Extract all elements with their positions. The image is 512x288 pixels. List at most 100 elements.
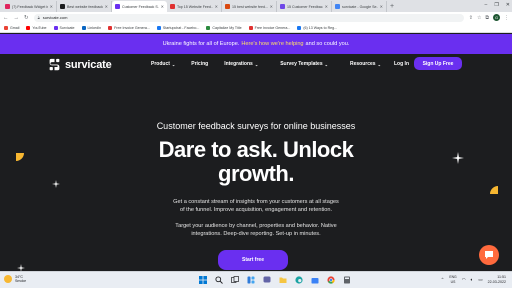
- bookmark-item[interactable]: Startupchat - Facebo...: [156, 25, 199, 30]
- url-text: survicate.com: [42, 15, 68, 20]
- banner-tail-text: and so could you.: [305, 41, 350, 47]
- banner-lead-text: Ukraine fights for all of Europe.: [162, 41, 240, 47]
- tab-title: Top 15 Website Feed...: [177, 4, 213, 9]
- minimize-button[interactable]: –: [485, 0, 488, 10]
- nav-item-survey-templates[interactable]: Survey Templates ⌄: [280, 61, 328, 67]
- bookmark-item[interactable]: Survicate: [53, 25, 75, 30]
- paragraph-2-line-2: integrations. Deep-dive reporting. Set-u…: [191, 231, 321, 237]
- task-view-icon[interactable]: [230, 275, 240, 285]
- browser-tab[interactable]: Customer Feedback S... ✕: [112, 1, 167, 12]
- close-tab-icon[interactable]: ✕: [215, 4, 218, 9]
- start-free-button[interactable]: Start free: [218, 250, 288, 270]
- nav-item-resources[interactable]: Resources ⌄: [350, 61, 381, 67]
- survicate-logo-icon: [49, 58, 60, 71]
- bookmark-label: Free Invoice Genera...: [254, 25, 291, 30]
- profile-avatar[interactable]: G: [493, 14, 500, 21]
- bookmark-label: LinkedIn: [87, 25, 102, 30]
- widgets-icon[interactable]: [246, 275, 256, 285]
- bookmark-label: YouTube: [32, 25, 47, 30]
- tab-favicon-icon: [115, 4, 120, 9]
- nav-item-label: Product: [151, 61, 170, 67]
- tab-title: Customer Feedback S...: [122, 4, 159, 9]
- close-tab-icon[interactable]: ✕: [270, 4, 273, 9]
- share-icon[interactable]: ⇪: [469, 15, 473, 21]
- banner-link[interactable]: Here's how we're helping: [241, 41, 303, 47]
- weather-widget[interactable]: 34°C Smoke: [4, 275, 26, 284]
- browser-tab[interactable]: survicate - Google Se... ✕: [332, 1, 387, 12]
- clock-date: 22-03-2022: [487, 279, 506, 284]
- battery-icon[interactable]: ▭: [478, 277, 482, 283]
- chevron-up-icon[interactable]: ⌃: [441, 277, 445, 283]
- close-tab-icon[interactable]: ✕: [161, 4, 164, 9]
- main-menu: Product ⌄ Pricing Integrations ⌄ Survey Templ…: [151, 61, 381, 67]
- url-field[interactable]: 🔒︎ survicate.com: [33, 13, 464, 22]
- browser-tab[interactable]: 15 Customer Feedbac... ✕: [277, 1, 332, 12]
- file-explorer-icon[interactable]: [278, 275, 288, 285]
- nav-item-label: Survey Templates: [280, 61, 323, 67]
- close-tab-icon[interactable]: ✕: [380, 4, 383, 9]
- tab-favicon-icon: [280, 4, 285, 9]
- store-icon[interactable]: [310, 275, 320, 285]
- volume-icon[interactable]: 🔈︎: [471, 277, 474, 282]
- clock[interactable]: 11:51 22-03-2022: [488, 275, 506, 284]
- signup-button[interactable]: Sign Up Free: [414, 57, 462, 70]
- bookmark-item[interactable]: Free Invoice Genera...: [248, 25, 291, 30]
- menu-dots-icon[interactable]: ⋮: [504, 15, 509, 21]
- lock-icon: 🔒︎: [37, 15, 40, 20]
- browser-tab[interactable]: 15 best website feed... ✕: [222, 1, 277, 12]
- bookmark-item[interactable]: LinkedIn: [81, 25, 102, 30]
- teams-chat-icon[interactable]: [262, 275, 272, 285]
- browser-extensions: ⇪ ☆ ⧉ G ⋮: [469, 14, 509, 21]
- hero-paragraph-2: Target your audience by channel, propert…: [0, 222, 512, 238]
- search-icon[interactable]: [214, 275, 224, 285]
- nav-item-label: Resources: [349, 61, 376, 67]
- calculator-icon[interactable]: [342, 275, 352, 285]
- wifi-icon[interactable]: ◠: [462, 277, 466, 283]
- tab-favicon-icon: [60, 4, 65, 9]
- forward-icon[interactable]: →: [14, 15, 20, 21]
- bookmark-label: Free Invoice Genera...: [114, 25, 150, 30]
- yellow-shape-icon: [490, 186, 498, 194]
- close-tab-icon[interactable]: ✕: [50, 4, 53, 9]
- new-tab-button[interactable]: +: [390, 1, 394, 12]
- bookmark-item[interactable]: Free Invoice Genera...: [108, 25, 150, 30]
- login-link[interactable]: Log In: [394, 61, 409, 67]
- edge-icon[interactable]: [294, 275, 304, 285]
- bookmark-item[interactable]: Capitalize My Title: [206, 25, 242, 30]
- close-tab-icon[interactable]: ✕: [325, 4, 328, 9]
- bookmark-favicon-icon: [81, 25, 86, 30]
- chat-bubble-icon: [485, 251, 493, 259]
- close-window-button[interactable]: ✕: [506, 0, 510, 10]
- bookmark-label: Capitalize My Title: [212, 25, 242, 30]
- survicate-logo[interactable]: survicate: [48, 58, 112, 71]
- language-indicator[interactable]: ENG US: [449, 275, 456, 283]
- bookmark-item[interactable]: Gmail: [4, 25, 20, 30]
- nav-item-label: Integrations: [224, 61, 253, 67]
- maximize-button[interactable]: ❐: [494, 0, 498, 10]
- nav-item-product[interactable]: Product ⌄: [151, 61, 175, 67]
- bookmark-favicon-icon: [297, 25, 302, 30]
- paragraph-1-line-1: Get a constant stream of insights from y…: [173, 199, 339, 205]
- nav-item-integrations[interactable]: Integrations ⌄: [224, 61, 258, 67]
- system-tray: ⌃ ENG US ◠ 🔈︎ ▭ 11:51 22-03-2022: [441, 275, 506, 284]
- close-tab-icon[interactable]: ✕: [105, 4, 108, 9]
- chat-widget-button[interactable]: [479, 245, 499, 265]
- browser-tab-strip: (7) Feedback Widget in...✕Best website f…: [0, 0, 512, 12]
- chrome-icon[interactable]: [326, 275, 336, 285]
- browser-tab[interactable]: (7) Feedback Widget in...✕: [2, 1, 57, 12]
- bookmark-item[interactable]: YouTube: [26, 25, 47, 30]
- chevron-down-icon: ⌄: [171, 61, 176, 67]
- nav-item-pricing[interactable]: Pricing: [191, 61, 208, 67]
- reload-icon[interactable]: ↻: [24, 15, 29, 21]
- browser-tab[interactable]: Top 15 Website Feed... ✕: [167, 1, 222, 12]
- tab-title: 15 Customer Feedbac...: [287, 4, 323, 9]
- browser-tab[interactable]: Best website feedback... ✕: [57, 1, 112, 12]
- back-icon[interactable]: ←: [3, 15, 9, 21]
- bookmark-favicon-icon: [53, 25, 58, 30]
- windows-start-icon[interactable]: [198, 275, 208, 285]
- bookmark-label: Gmail: [10, 25, 20, 30]
- extensions-icon[interactable]: ⧉: [485, 15, 489, 21]
- site-navigation: survicate Product ⌄ Pricing Integrations ⌄ Su…: [0, 54, 512, 76]
- bookmark-star-icon[interactable]: ☆: [477, 15, 481, 21]
- bookmark-item[interactable]: (6) 13 Ways to Reg...: [297, 25, 337, 30]
